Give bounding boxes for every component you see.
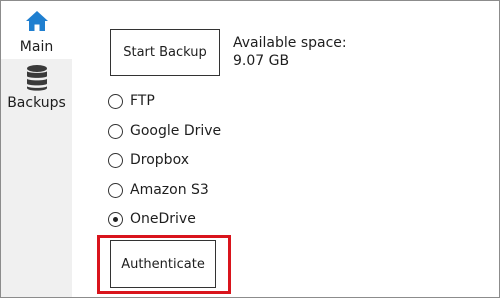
home-icon [25, 11, 48, 31]
destination-option-onedrive[interactable]: OneDrive [108, 209, 196, 229]
radio-button-checked[interactable] [108, 211, 123, 227]
destination-label: FTP [130, 93, 155, 109]
sidebar-item-backups[interactable]: Backups [1, 59, 72, 119]
sidebar: Main Backups [1, 1, 72, 297]
destination-label: Dropbox [130, 152, 189, 168]
radio-button[interactable] [108, 152, 123, 168]
start-backup-button[interactable]: Start Backup [110, 29, 220, 76]
destination-option-dropbox[interactable]: Dropbox [108, 150, 189, 170]
available-space: Available space: 9.07 GB [233, 34, 347, 70]
database-icon [26, 65, 47, 91]
sidebar-item-label: Backups [7, 95, 66, 111]
available-space-label: Available space: [233, 35, 347, 51]
sidebar-item-label: Main [19, 39, 54, 55]
available-space-value: 9.07 GB [233, 53, 290, 69]
radio-button[interactable] [108, 182, 123, 198]
destination-label: Amazon S3 [130, 182, 209, 198]
authenticate-button[interactable]: Authenticate [110, 240, 216, 288]
destination-option-ftp[interactable]: FTP [108, 91, 155, 111]
sidebar-item-main[interactable]: Main [1, 1, 72, 59]
destination-label: OneDrive [130, 211, 196, 227]
radio-button[interactable] [108, 93, 123, 109]
destination-option-google-drive[interactable]: Google Drive [108, 121, 221, 141]
radio-button[interactable] [108, 123, 123, 139]
app-window: Main Backups Start Backup Available spac… [0, 0, 500, 298]
destination-option-amazon-s3[interactable]: Amazon S3 [108, 180, 209, 200]
destination-label: Google Drive [130, 123, 222, 139]
